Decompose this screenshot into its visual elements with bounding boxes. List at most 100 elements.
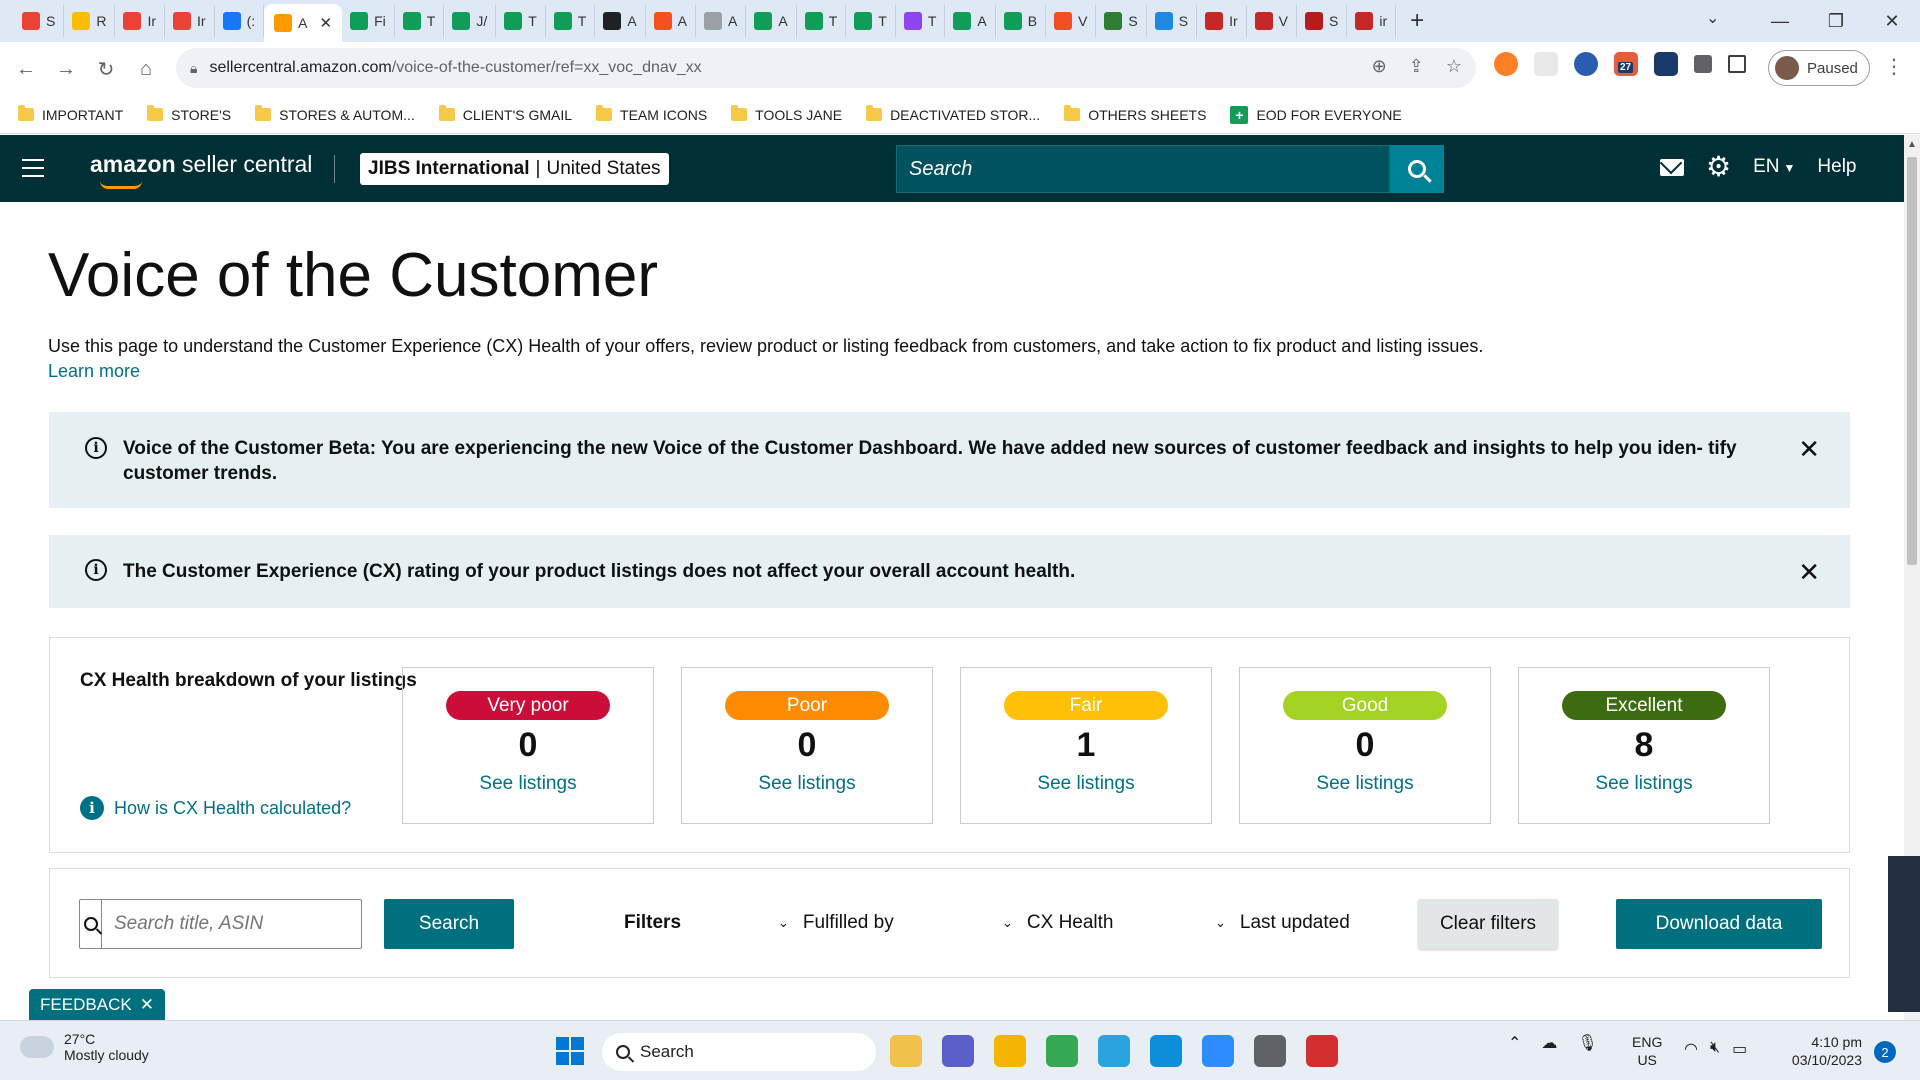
last-updated-dropdown[interactable]: ⌄ Last updated bbox=[1215, 912, 1350, 934]
see-listings-link[interactable]: See listings bbox=[961, 773, 1211, 795]
browser-tab[interactable]: A bbox=[945, 5, 996, 37]
download-data-button[interactable]: Download data bbox=[1616, 899, 1822, 949]
reload-icon[interactable]: ↻ bbox=[86, 57, 126, 82]
system-status-icons[interactable]: ◠ 🔇︎ ▭ bbox=[1684, 1039, 1747, 1059]
browser-tab[interactable]: Ir bbox=[1197, 5, 1247, 37]
header-search-input[interactable]: Search bbox=[896, 145, 1390, 193]
browser-tab[interactable]: (: bbox=[215, 5, 265, 37]
extension-5-icon[interactable] bbox=[1654, 52, 1678, 76]
store-selector[interactable]: JIBS International | United States bbox=[360, 153, 669, 185]
onedrive-icon[interactable]: ☁ bbox=[1541, 1033, 1557, 1053]
input-language[interactable]: ENG US bbox=[1632, 1033, 1662, 1069]
folder-icon[interactable] bbox=[994, 1035, 1026, 1067]
profile-button[interactable]: Paused bbox=[1768, 50, 1870, 86]
close-window-icon[interactable]: ✕ bbox=[1864, 11, 1920, 32]
microphone-icon[interactable]: 🎙︎ bbox=[1577, 1033, 1597, 1053]
tab-search-dropdown[interactable]: ⌄ bbox=[1706, 8, 1719, 28]
forward-icon[interactable]: → bbox=[46, 58, 86, 81]
bookmark-item[interactable]: DEACTIVATED STOR... bbox=[866, 105, 1040, 123]
taskbar-search[interactable]: Search bbox=[602, 1033, 876, 1071]
browser-tab[interactable]: T bbox=[846, 5, 896, 37]
close-tab-icon[interactable]: ✕ bbox=[320, 14, 333, 32]
windows-start-icon[interactable] bbox=[556, 1037, 584, 1065]
browser-tab[interactable]: Ir bbox=[115, 5, 166, 37]
close-icon[interactable]: ✕ bbox=[1798, 557, 1820, 588]
search-button[interactable]: Search bbox=[384, 899, 514, 949]
extension-3-icon[interactable] bbox=[1574, 52, 1598, 76]
cx-how-calculated-link[interactable]: i How is CX Health calculated? bbox=[80, 796, 351, 820]
home-icon[interactable]: ⌂ bbox=[126, 58, 166, 81]
new-tab-button[interactable]: + bbox=[1396, 7, 1438, 35]
chrome-icon[interactable] bbox=[1046, 1035, 1078, 1067]
mail-icon[interactable] bbox=[1660, 158, 1684, 176]
edge-icon[interactable] bbox=[1150, 1035, 1182, 1067]
scrollbar-thumb[interactable] bbox=[1907, 157, 1917, 565]
browser-tab[interactable]: R bbox=[64, 5, 116, 37]
learn-more-link[interactable]: Learn more bbox=[48, 361, 140, 382]
side-widget[interactable] bbox=[1888, 856, 1920, 1012]
side-panel-icon[interactable] bbox=[1728, 55, 1746, 73]
bookmark-item[interactable]: TOOLS JANE bbox=[731, 105, 842, 123]
extension-2-icon[interactable] bbox=[1534, 52, 1558, 76]
bookmark-star-icon[interactable]: ☆ bbox=[1446, 56, 1462, 77]
see-listings-link[interactable]: See listings bbox=[1519, 773, 1769, 795]
browser-tab[interactable]: J/ bbox=[444, 5, 497, 37]
browser-tab[interactable]: V bbox=[1046, 5, 1097, 37]
browser-tab[interactable]: S bbox=[1096, 5, 1147, 37]
back-icon[interactable]: ← bbox=[6, 58, 46, 81]
cx-health-dropdown[interactable]: ⌄ CX Health bbox=[1002, 912, 1114, 934]
bookmark-item[interactable]: CLIENT'S GMAIL bbox=[438, 105, 572, 123]
browser-tab[interactable]: A bbox=[746, 5, 797, 37]
more-menu-icon[interactable]: ⋮ bbox=[1884, 54, 1904, 79]
wps-icon[interactable] bbox=[1306, 1035, 1338, 1067]
browser-tab[interactable]: S bbox=[1147, 5, 1198, 37]
puzzle-icon[interactable] bbox=[1694, 55, 1712, 73]
browser-tab[interactable]: T bbox=[797, 5, 847, 37]
browser-tab[interactable]: V bbox=[1247, 5, 1298, 37]
extension-1-icon[interactable] bbox=[1494, 52, 1518, 76]
browser-tab[interactable]: A bbox=[696, 5, 747, 37]
notification-badge[interactable]: 2 bbox=[1874, 1041, 1896, 1063]
see-listings-link[interactable]: See listings bbox=[1240, 773, 1490, 795]
browser-tab[interactable]: ir bbox=[1347, 5, 1397, 37]
browser-tab[interactable]: T bbox=[496, 5, 546, 37]
browser-tab[interactable]: A bbox=[646, 5, 697, 37]
help-link[interactable]: Help bbox=[1817, 156, 1856, 178]
listing-search-input[interactable] bbox=[102, 900, 361, 948]
file-explorer-icon[interactable] bbox=[890, 1035, 922, 1067]
see-listings-link[interactable]: See listings bbox=[403, 773, 653, 795]
clock[interactable]: 4:10 pm 03/10/2023 bbox=[1780, 1033, 1862, 1069]
close-icon[interactable]: ✕ bbox=[140, 995, 154, 1015]
close-icon[interactable]: ✕ bbox=[1798, 434, 1820, 465]
browser-tab[interactable]: T bbox=[896, 5, 946, 37]
teams-icon[interactable] bbox=[942, 1035, 974, 1067]
zoom-icon[interactable] bbox=[1202, 1035, 1234, 1067]
bookmark-item[interactable]: STORE'S bbox=[147, 105, 231, 123]
browser-tab[interactable]: B bbox=[996, 5, 1047, 37]
clear-filters-button[interactable]: Clear filters bbox=[1418, 899, 1558, 949]
bookmark-item[interactable]: OTHERS SHEETS bbox=[1064, 105, 1206, 123]
calculator-icon[interactable] bbox=[1254, 1035, 1286, 1067]
hamburger-menu-icon[interactable] bbox=[22, 159, 44, 183]
browser-tab[interactable]: A bbox=[595, 5, 646, 37]
see-listings-link[interactable]: See listings bbox=[682, 773, 932, 795]
extension-4-icon[interactable]: 27 bbox=[1614, 52, 1638, 76]
gear-icon[interactable]: ⚙ bbox=[1706, 153, 1731, 181]
browser-tab[interactable]: Fi bbox=[342, 5, 395, 37]
bookmark-item[interactable]: STORES & AUTOM... bbox=[255, 105, 415, 123]
telegram-icon[interactable] bbox=[1098, 1035, 1130, 1067]
feedback-tab[interactable]: FEEDBACK ✕ bbox=[29, 989, 165, 1021]
browser-tab[interactable]: T bbox=[395, 5, 445, 37]
chevron-up-icon[interactable]: ⌃ bbox=[1508, 1033, 1521, 1053]
minimize-icon[interactable]: — bbox=[1752, 11, 1808, 32]
header-search-button[interactable] bbox=[1390, 145, 1444, 193]
amazon-seller-central-logo[interactable]: amazon seller central bbox=[90, 151, 312, 189]
browser-tab[interactable]: S bbox=[14, 5, 65, 37]
scroll-up-icon[interactable]: ▲ bbox=[1907, 139, 1917, 150]
bookmark-item[interactable]: IMPORTANT bbox=[18, 105, 123, 123]
bookmark-item[interactable]: + EOD FOR EVERYONE bbox=[1230, 105, 1402, 124]
browser-tab[interactable]: T bbox=[546, 5, 596, 37]
language-selector[interactable]: EN ▼ bbox=[1753, 156, 1795, 178]
zoom-icon[interactable]: ⊕ bbox=[1372, 56, 1387, 77]
restore-icon[interactable]: ❐ bbox=[1808, 11, 1864, 32]
